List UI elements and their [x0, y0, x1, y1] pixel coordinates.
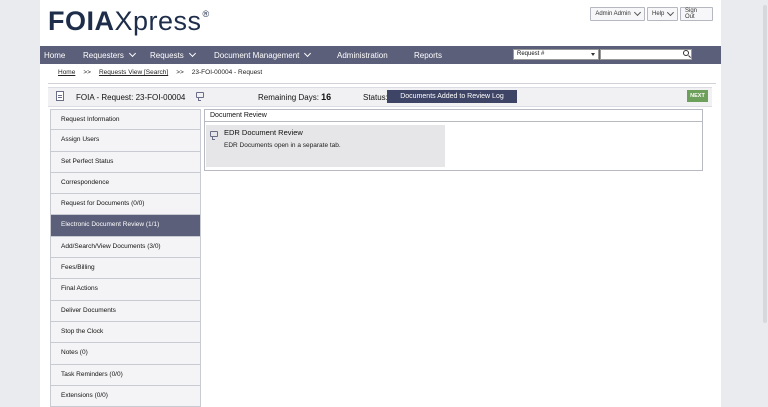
edr-document-review-card[interactable]: EDR Document Review EDR Documents open i…	[206, 125, 445, 167]
sidebar-item[interactable]: Request for Documents (0/0)	[50, 194, 201, 216]
remaining-days-value: 16	[321, 92, 332, 102]
breadcrumb-requests-view-link[interactable]: Requests View [Search]	[99, 69, 168, 76]
breadcrumb-home-link[interactable]: Home	[58, 69, 75, 76]
request-sidebar: Request Information Assign Users Set Perfe…	[50, 109, 201, 407]
sidebar-item[interactable]: Add/Search/View Documents (3/0)	[50, 236, 201, 259]
sidebar-item[interactable]: Stop the Clock	[50, 321, 201, 344]
sidebar-item[interactable]: Fees/Billing	[50, 258, 201, 280]
breadcrumb: Home >> Requests View [Search] >> 23-FOI…	[58, 69, 262, 76]
user-menu-label: Admin Admin	[595, 11, 631, 17]
user-menu-button[interactable]: Admin Admin	[590, 7, 645, 21]
request-title: FOIA - Request: 23-FOI-00004	[76, 93, 186, 102]
nav-reports[interactable]: Reports	[414, 46, 442, 64]
sidebar-item[interactable]: Extensions (0/0)	[50, 385, 201, 407]
document-icon	[56, 91, 64, 101]
chevron-down-icon	[304, 49, 312, 58]
next-button[interactable]: NEXT	[687, 90, 708, 102]
nav-requesters[interactable]: Requesters	[83, 46, 136, 64]
chevron-down-icon	[667, 9, 675, 16]
sidebar-item[interactable]: Final Actions	[50, 279, 201, 301]
chevron-down-icon	[188, 49, 196, 58]
panel-title: Document Review	[205, 110, 702, 122]
help-label: Help	[652, 11, 665, 17]
document-review-panel: Document Review EDR Document Review EDR …	[204, 109, 703, 171]
breadcrumb-divider	[48, 83, 716, 84]
breadcrumb-current: 23-FOI-00004 - Request	[191, 69, 263, 76]
sidebar-item[interactable]: Request Information	[50, 109, 201, 131]
dropdown-arrow-icon	[591, 53, 595, 56]
comment-icon[interactable]	[196, 92, 204, 101]
sidebar-item[interactable]: Deliver Documents	[50, 300, 201, 322]
breadcrumb-separator: >>	[176, 69, 184, 76]
sign-out-label: Sign Out	[685, 8, 698, 20]
sidebar-item[interactable]: Assign Users	[50, 130, 201, 152]
search-icon[interactable]	[683, 50, 689, 56]
search-type-select[interactable]: Request #	[513, 49, 599, 60]
sidebar-item[interactable]: Electronic Document Review (1/1)	[50, 215, 201, 237]
scrollbar-thumb[interactable]	[763, 5, 767, 323]
chevron-down-icon	[128, 49, 136, 58]
foiaxpress-logo: FOIAXpress®	[48, 6, 210, 36]
sidebar-item[interactable]: Set Perfect Status	[50, 151, 201, 173]
edr-title[interactable]: EDR Document Review	[224, 128, 303, 137]
nav-requests[interactable]: Requests	[150, 46, 196, 64]
sidebar-item[interactable]: Correspondence	[50, 172, 201, 195]
search-input[interactable]	[600, 49, 692, 60]
comment-icon	[210, 131, 218, 140]
chevron-down-icon	[633, 8, 641, 17]
help-menu-button[interactable]: Help	[647, 7, 678, 21]
nav-document-management[interactable]: Document Management	[214, 46, 312, 64]
breadcrumb-separator: >>	[83, 69, 91, 76]
nav-administration[interactable]: Administration	[337, 46, 388, 64]
status-badge: Documents Added to Review Log	[387, 90, 517, 103]
sidebar-item[interactable]: Task Reminders (0/0)	[50, 364, 201, 386]
remaining-days: Remaining Days: 16	[258, 92, 332, 102]
status-label: Status:	[363, 93, 388, 102]
nav-home[interactable]: Home	[44, 46, 65, 64]
sign-out-button[interactable]: Sign Out	[680, 7, 713, 21]
sidebar-item[interactable]: Notes (0)	[50, 343, 201, 365]
edr-description: EDR Documents open in a separate tab.	[224, 142, 341, 149]
